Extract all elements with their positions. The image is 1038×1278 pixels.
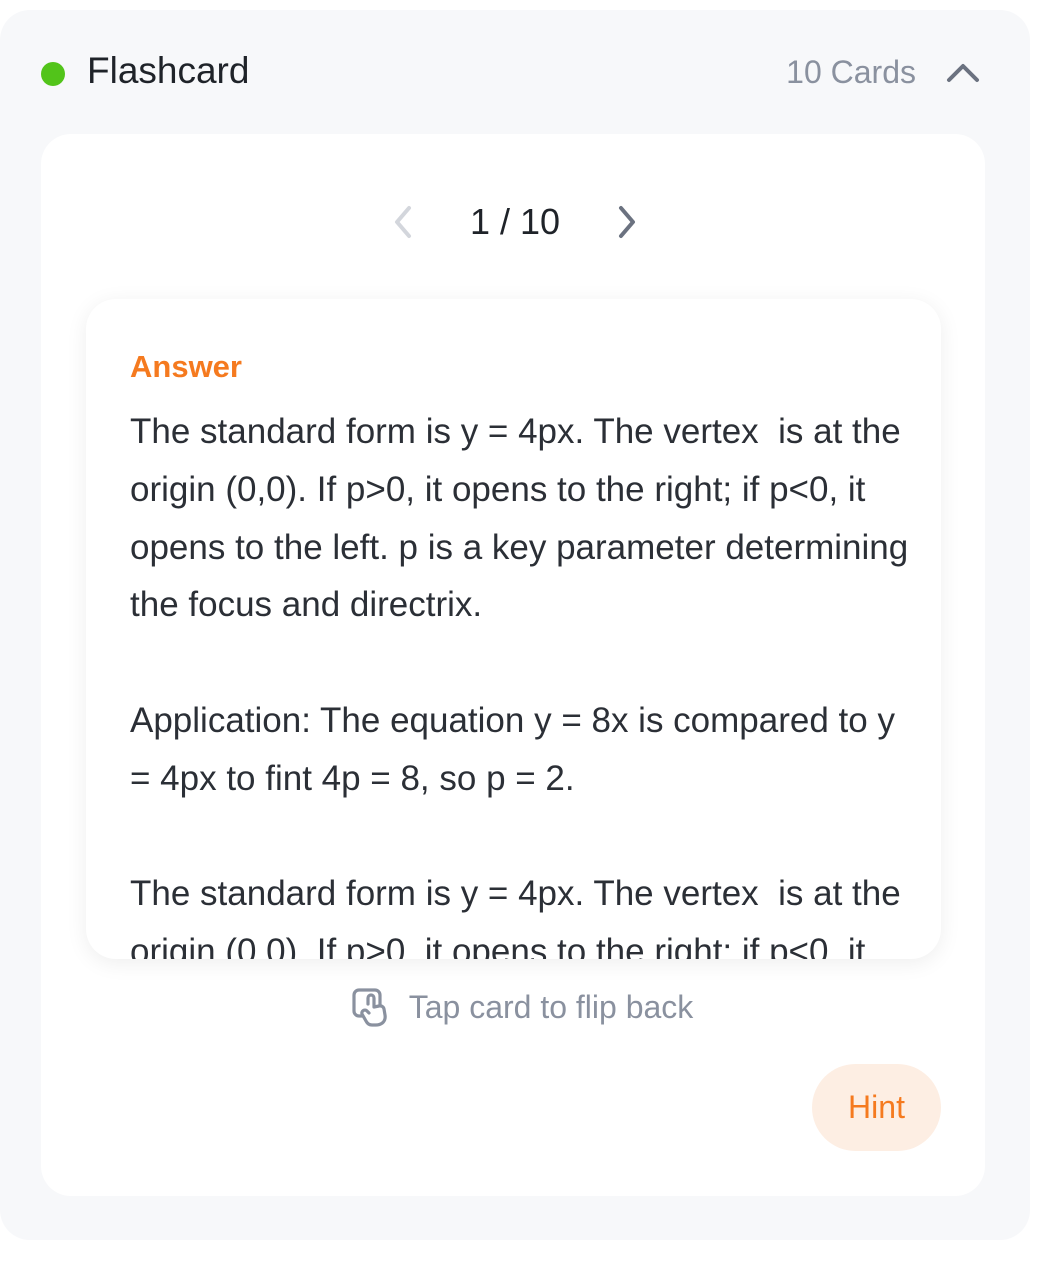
- flip-hint-text: Tap card to flip back: [408, 989, 694, 1025]
- status-dot: [41, 62, 65, 86]
- chevron-up-icon: [947, 64, 979, 82]
- flashcard[interactable]: Answer The standard form is y = 4px. The…: [86, 299, 941, 959]
- flashcard-content: 1 / 10 Answer The standard form is y = 4…: [41, 134, 985, 1196]
- card-pager: 1 / 10: [41, 194, 985, 250]
- panel-title: Flashcard: [87, 50, 250, 91]
- card-answer-text: The standard form is y = 4px. The vertex…: [130, 412, 909, 959]
- card-count: 10 Cards: [786, 54, 916, 90]
- page-indicator: 1 / 10: [469, 201, 561, 242]
- panel-header: Flashcard 10 Cards: [0, 10, 1030, 132]
- next-card-button[interactable]: [606, 198, 646, 246]
- chevron-right-icon: [619, 206, 635, 238]
- tap-flip-icon: [352, 988, 387, 1027]
- flip-hint: Tap card to flip back: [41, 982, 985, 1032]
- hint-button[interactable]: Hint: [812, 1064, 941, 1151]
- prev-card-button[interactable]: [384, 198, 424, 246]
- card-side-label: Answer: [130, 349, 242, 384]
- flashcard-panel: Flashcard 10 Cards 1 / 10 Answer The sta…: [0, 10, 1030, 1240]
- collapse-button[interactable]: [940, 52, 986, 92]
- chevron-left-icon: [395, 206, 411, 238]
